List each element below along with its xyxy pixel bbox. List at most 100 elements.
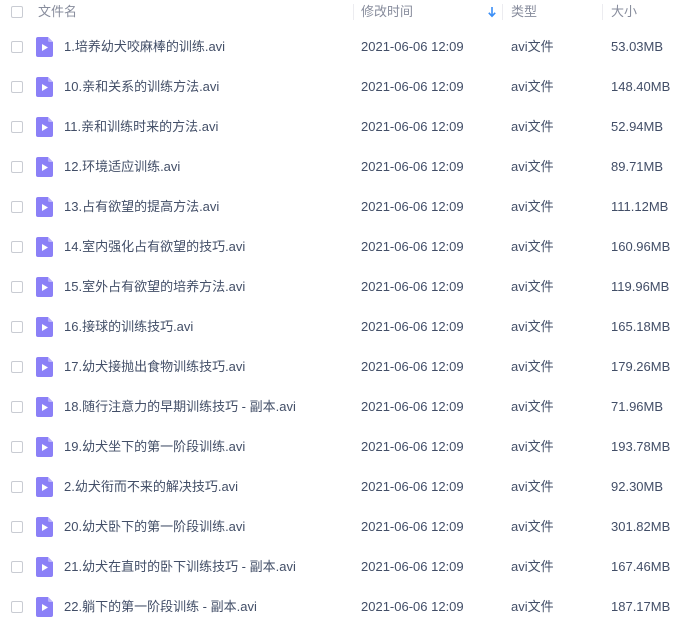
- file-size: 92.30MB: [611, 479, 664, 494]
- column-header-size[interactable]: 大小: [611, 0, 637, 24]
- file-name[interactable]: 15.室外占有欲望的培养方法.avi: [64, 267, 245, 307]
- file-name[interactable]: 2.幼犬衔而不来的解决技巧.avi: [64, 467, 238, 507]
- file-size: 160.96MB: [611, 239, 671, 254]
- file-modified-time: 2021-06-06 12:09: [361, 239, 464, 254]
- file-name[interactable]: 16.接球的训练技巧.avi: [64, 307, 193, 347]
- file-size: 187.17MB: [611, 599, 671, 614]
- file-type: avi文件: [511, 599, 554, 614]
- file-type: avi文件: [511, 399, 554, 414]
- file-list: 文件名 修改时间 类型 大小 1.培养幼犬咬麻棒的训练.avi 2021-06-0…: [0, 0, 684, 617]
- file-row[interactable]: 21.幼犬在直时的卧下训练技巧 - 副本.avi 2021-06-06 12:09…: [0, 547, 684, 587]
- arrow-down-icon[interactable]: [487, 5, 497, 19]
- file-modified-time: 2021-06-06 12:09: [361, 359, 464, 374]
- video-file-icon: [36, 597, 53, 617]
- file-row[interactable]: 11.亲和训练时来的方法.avi 2021-06-06 12:09 avi文件 52.…: [0, 107, 684, 147]
- row-checkbox[interactable]: [11, 161, 23, 173]
- video-file-icon: [36, 437, 53, 457]
- file-name[interactable]: 1.培养幼犬咬麻棒的训练.avi: [64, 27, 225, 67]
- list-header: 文件名 修改时间 类型 大小: [0, 0, 684, 24]
- row-checkbox[interactable]: [11, 281, 23, 293]
- file-row[interactable]: 12.环境适应训练.avi 2021-06-06 12:09 avi文件 89.71M…: [0, 147, 684, 187]
- video-file-icon: [36, 197, 53, 217]
- file-name[interactable]: 13.占有欲望的提高方法.avi: [64, 187, 219, 227]
- file-name[interactable]: 14.室内强化占有欲望的技巧.avi: [64, 227, 245, 267]
- row-checkbox[interactable]: [11, 401, 23, 413]
- file-type: avi文件: [511, 239, 554, 254]
- file-name[interactable]: 19.幼犬坐下的第一阶段训练.avi: [64, 427, 245, 467]
- row-checkbox[interactable]: [11, 481, 23, 493]
- video-file-icon: [36, 317, 53, 337]
- file-size: 193.78MB: [611, 439, 671, 454]
- file-name[interactable]: 10.亲和关系的训练方法.avi: [64, 67, 219, 107]
- file-type: avi文件: [511, 439, 554, 454]
- file-row[interactable]: 18.随行注意力的早期训练技巧 - 副本.avi 2021-06-06 12:09…: [0, 387, 684, 427]
- row-checkbox[interactable]: [11, 201, 23, 213]
- column-divider[interactable]: [502, 4, 503, 20]
- file-modified-time: 2021-06-06 12:09: [361, 559, 464, 574]
- file-name[interactable]: 17.幼犬接抛出食物训练技巧.avi: [64, 347, 245, 387]
- file-modified-time: 2021-06-06 12:09: [361, 199, 464, 214]
- file-row[interactable]: 19.幼犬坐下的第一阶段训练.avi 2021-06-06 12:09 avi文件 1…: [0, 427, 684, 467]
- file-size: 301.82MB: [611, 519, 671, 534]
- row-checkbox[interactable]: [11, 561, 23, 573]
- file-name[interactable]: 12.环境适应训练.avi: [64, 147, 180, 187]
- file-size: 119.96MB: [611, 279, 670, 294]
- file-type: avi文件: [511, 39, 554, 54]
- row-checkbox[interactable]: [11, 121, 23, 133]
- row-checkbox[interactable]: [11, 361, 23, 373]
- file-size: 179.26MB: [611, 359, 671, 374]
- file-row[interactable]: 22.躺下的第一阶段训练 - 副本.avi 2021-06-06 12:09 avi…: [0, 587, 684, 627]
- file-row[interactable]: 15.室外占有欲望的培养方法.avi 2021-06-06 12:09 avi文件 1…: [0, 267, 684, 307]
- file-modified-time: 2021-06-06 12:09: [361, 599, 464, 614]
- file-type: avi文件: [511, 279, 554, 294]
- row-checkbox[interactable]: [11, 241, 23, 253]
- row-checkbox[interactable]: [11, 521, 23, 533]
- file-type: avi文件: [511, 559, 554, 574]
- video-file-icon: [36, 117, 53, 137]
- file-modified-time: 2021-06-06 12:09: [361, 439, 464, 454]
- file-size: 71.96MB: [611, 399, 664, 414]
- file-row[interactable]: 17.幼犬接抛出食物训练技巧.avi 2021-06-06 12:09 avi文件 1…: [0, 347, 684, 387]
- file-type: avi文件: [511, 519, 554, 534]
- file-name[interactable]: 11.亲和训练时来的方法.avi: [64, 107, 218, 147]
- column-divider[interactable]: [353, 4, 354, 20]
- file-row[interactable]: 14.室内强化占有欲望的技巧.avi 2021-06-06 12:09 avi文件 1…: [0, 227, 684, 267]
- video-file-icon: [36, 277, 53, 297]
- file-modified-time: 2021-06-06 12:09: [361, 519, 464, 534]
- row-checkbox[interactable]: [11, 601, 23, 613]
- file-modified-time: 2021-06-06 12:09: [361, 319, 464, 334]
- file-name[interactable]: 22.躺下的第一阶段训练 - 副本.avi: [64, 587, 257, 627]
- file-modified-time: 2021-06-06 12:09: [361, 399, 464, 414]
- video-file-icon: [36, 157, 53, 177]
- file-row[interactable]: 1.培养幼犬咬麻棒的训练.avi 2021-06-06 12:09 avi文件 53.…: [0, 27, 684, 67]
- file-row[interactable]: 20.幼犬卧下的第一阶段训练.avi 2021-06-06 12:09 avi文件 3…: [0, 507, 684, 547]
- select-all-checkbox[interactable]: [11, 6, 23, 18]
- file-type: avi文件: [511, 119, 554, 134]
- file-name[interactable]: 21.幼犬在直时的卧下训练技巧 - 副本.avi: [64, 547, 296, 587]
- video-file-icon: [36, 77, 53, 97]
- row-checkbox[interactable]: [11, 441, 23, 453]
- file-row[interactable]: 16.接球的训练技巧.avi 2021-06-06 12:09 avi文件 165.1…: [0, 307, 684, 347]
- video-file-icon: [36, 557, 53, 577]
- video-file-icon: [36, 517, 53, 537]
- column-header-modified[interactable]: 修改时间: [361, 0, 413, 24]
- column-header-name[interactable]: 文件名: [38, 0, 77, 24]
- file-size: 89.71MB: [611, 159, 664, 174]
- file-name[interactable]: 18.随行注意力的早期训练技巧 - 副本.avi: [64, 387, 296, 427]
- column-divider[interactable]: [602, 4, 603, 20]
- file-row[interactable]: 10.亲和关系的训练方法.avi 2021-06-06 12:09 avi文件 148…: [0, 67, 684, 107]
- row-checkbox[interactable]: [11, 321, 23, 333]
- file-modified-time: 2021-06-06 12:09: [361, 279, 464, 294]
- file-row[interactable]: 13.占有欲望的提高方法.avi 2021-06-06 12:09 avi文件 111…: [0, 187, 684, 227]
- row-checkbox[interactable]: [11, 41, 23, 53]
- file-name[interactable]: 20.幼犬卧下的第一阶段训练.avi: [64, 507, 245, 547]
- row-checkbox[interactable]: [11, 81, 23, 93]
- file-type: avi文件: [511, 159, 554, 174]
- file-row[interactable]: 2.幼犬衔而不来的解决技巧.avi 2021-06-06 12:09 avi文件 92…: [0, 467, 684, 507]
- video-file-icon: [36, 357, 53, 377]
- file-modified-time: 2021-06-06 12:09: [361, 79, 464, 94]
- file-modified-time: 2021-06-06 12:09: [361, 39, 464, 54]
- column-header-type[interactable]: 类型: [511, 0, 537, 24]
- video-file-icon: [36, 37, 53, 57]
- file-size: 53.03MB: [611, 39, 664, 54]
